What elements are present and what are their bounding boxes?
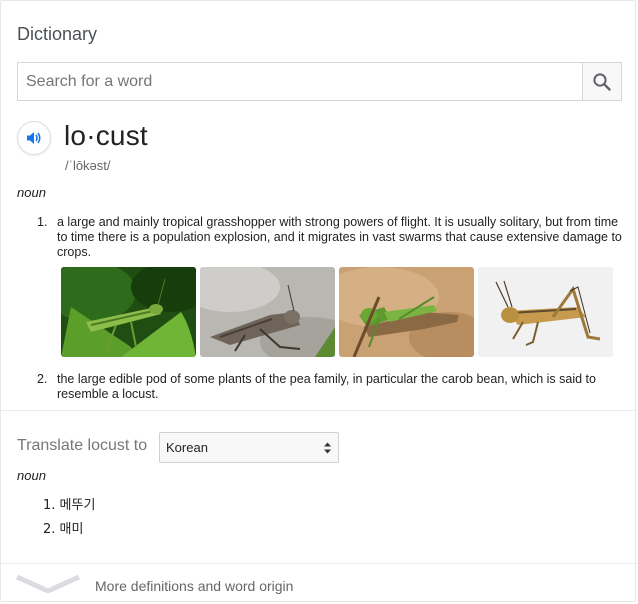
more-definitions-label: More definitions and word origin xyxy=(95,578,294,594)
section-divider xyxy=(1,563,637,564)
select-arrows-icon xyxy=(324,442,331,454)
definition-number: 2. xyxy=(37,372,48,386)
translation-item: 2. 매미 xyxy=(43,518,83,537)
definition-text: the large edible pod of some plants of t… xyxy=(57,372,596,401)
search-input[interactable] xyxy=(17,62,582,101)
locust-image-sand[interactable] xyxy=(339,267,474,357)
dictionary-card: Dictionary lo·cust /ˈlōkəst/ noun 1. a l… xyxy=(0,0,637,603)
pronounce-button[interactable] xyxy=(17,121,51,155)
headword: lo·cust xyxy=(64,120,148,151)
image-strip xyxy=(61,267,613,357)
search-button[interactable] xyxy=(582,62,622,101)
language-select[interactable]: Korean xyxy=(159,432,339,463)
locust-image-white[interactable] xyxy=(478,267,613,357)
locust-image-gravel[interactable] xyxy=(200,267,335,357)
definition-text: a large and mainly tropical grasshopper … xyxy=(57,215,622,259)
translate-part-of-speech: noun xyxy=(17,468,46,483)
chevron-down-icon xyxy=(15,574,81,593)
card-title: Dictionary xyxy=(17,24,98,44)
section-divider xyxy=(1,410,637,411)
translation-number: 1. xyxy=(43,498,56,513)
definition-number: 1. xyxy=(37,215,48,229)
translation-item: 1. 메뚜기 xyxy=(43,494,95,513)
translation-text: 메뚜기 xyxy=(59,498,96,513)
speaker-icon xyxy=(27,132,41,144)
translation-number: 2. xyxy=(43,522,56,537)
search-row xyxy=(17,62,622,101)
search-icon xyxy=(593,72,611,91)
pronunciation: /ˈlōkəst/ xyxy=(65,158,111,173)
translate-label: Translate locust to xyxy=(17,437,148,454)
more-definitions-button[interactable]: More definitions and word origin xyxy=(1,565,637,603)
language-select-value: Korean xyxy=(166,440,208,455)
locust-image-leaf[interactable] xyxy=(61,267,196,357)
part-of-speech: noun xyxy=(17,185,46,200)
translation-text: 매미 xyxy=(59,522,84,537)
